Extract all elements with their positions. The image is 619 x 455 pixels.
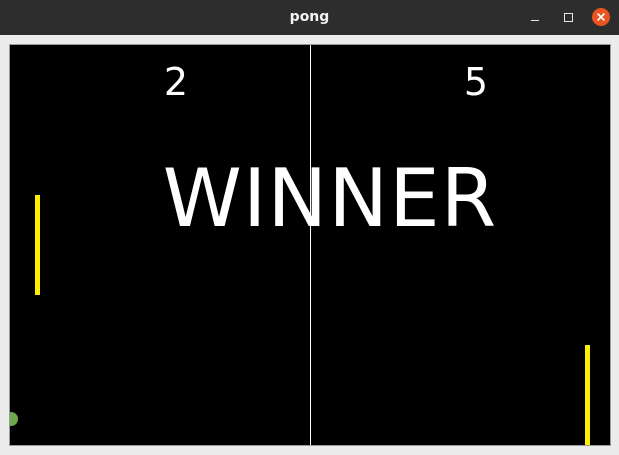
left-player-score: 2 — [163, 60, 189, 104]
center-net — [310, 45, 311, 445]
left-paddle — [35, 195, 40, 295]
maximize-icon — [563, 12, 573, 22]
minimize-button[interactable] — [524, 6, 546, 28]
close-button[interactable] — [590, 6, 612, 28]
right-player-score: 5 — [463, 60, 489, 104]
game-board[interactable]: 2 5 WINNER — [9, 44, 611, 446]
app-window: pong 2 5 WINNER — [0, 0, 619, 455]
title-bar[interactable]: pong — [0, 0, 619, 35]
close-icon — [592, 8, 610, 26]
winner-message: WINNER — [162, 152, 498, 245]
ball — [10, 412, 18, 426]
maximize-button[interactable] — [557, 6, 579, 28]
minimize-icon — [531, 19, 539, 21]
right-paddle — [585, 345, 590, 445]
